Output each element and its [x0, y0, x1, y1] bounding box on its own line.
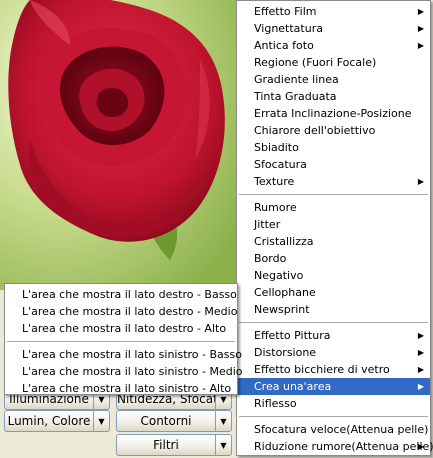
menu-item-cristallizza[interactable]: Cristallizza [237, 233, 430, 250]
submenu-item-left-medium[interactable]: L'area che mostra il lato sinistro - Med… [5, 363, 243, 380]
menu-item-texture[interactable]: Texture ▶ [237, 173, 430, 190]
submenu-arrow-icon: ▶ [417, 331, 424, 340]
menu-item-label: Regione (Fuori Focale) [254, 56, 377, 69]
submenu-arrow-icon: ▶ [417, 41, 424, 50]
menu-item-bordo[interactable]: Bordo [237, 250, 430, 267]
chevron-down-icon[interactable]: ▼ [93, 411, 109, 431]
menu-separator [7, 341, 235, 342]
menu-item-tinta-graduata[interactable]: Tinta Graduata [237, 88, 430, 105]
chevron-down-icon[interactable]: ▼ [215, 435, 231, 455]
menu-item-label: Tinta Graduata [254, 90, 337, 103]
submenu-arrow-icon: ▶ [417, 365, 424, 374]
submenu-item-label: L'area che mostra il lato destro - Medio [22, 305, 238, 318]
menu-item-label: Antica foto [254, 39, 314, 52]
chevron-down-icon[interactable]: ▼ [215, 411, 231, 431]
menu-item-jitter[interactable]: Jitter [237, 216, 430, 233]
menu-item-sbiadito[interactable]: Sbiadito [237, 139, 430, 156]
menu-item-newsprint[interactable]: Newsprint [237, 301, 430, 318]
menu-item-label: Sfocatura veloce(Attenua pelle) [254, 423, 429, 436]
menu-item-effetto-pittura[interactable]: Effetto Pittura ▶ [237, 327, 430, 344]
submenu-arrow-icon: ▶ [417, 348, 424, 357]
menu-item-label: Effetto Pittura [254, 329, 331, 342]
submenu-item-label: L'area che mostra il lato destro - Alto [22, 322, 227, 335]
menu-item-label: Cristallizza [254, 235, 314, 248]
menu-item-label: Chiarore dell'obiettivo [254, 124, 376, 137]
filters-dropdown-button[interactable]: Filtri ▼ [116, 434, 232, 456]
submenu-arrow-icon: ▶ [417, 442, 424, 451]
menu-item-antica-foto[interactable]: Antica foto ▶ [237, 37, 430, 54]
menu-item-label: Cellophane [254, 286, 316, 299]
submenu-item-right-high[interactable]: L'area che mostra il lato destro - Alto [5, 320, 237, 337]
menu-item-label: Sbiadito [254, 141, 299, 154]
submenu-arrow-icon: ▶ [417, 177, 424, 186]
app-window: Illuminazione ▼ Nitidezza, Sfocatura ▼ L… [0, 0, 433, 458]
submenu-arrow-icon: ▶ [417, 382, 424, 391]
menu-item-negativo[interactable]: Negativo [237, 267, 430, 284]
menu-item-effetto-bicchiere[interactable]: Effetto bicchiere di vetro ▶ [237, 361, 430, 378]
menu-item-label: Distorsione [254, 346, 317, 359]
menu-separator [239, 194, 428, 195]
menu-item-label: Riduzione rumore(Attenua pelle) [254, 440, 433, 453]
menu-item-label: Riflesso [254, 397, 297, 410]
menu-item-label: Bordo [254, 252, 287, 265]
menu-item-label: Newsprint [254, 303, 310, 316]
menu-item-errata-inclinazione[interactable]: Errata Inclinazione-Posizione [237, 105, 430, 122]
menu-item-chiarore[interactable]: Chiarore dell'obiettivo [237, 122, 430, 139]
menu-item-effetto-film[interactable]: Effetto Film ▶ [237, 3, 430, 20]
brightness-color-dropdown-button[interactable]: Lumin, Colore ▼ [4, 410, 110, 432]
menu-item-cellophane[interactable]: Cellophane [237, 284, 430, 301]
menu-item-riduzione-rumore[interactable]: Riduzione rumore(Attenua pelle) ▶ [237, 438, 433, 455]
menu-item-crea-area[interactable]: Crea una'area ▶ [237, 378, 430, 395]
menu-item-vignettatura[interactable]: Vignettatura ▶ [237, 20, 430, 37]
submenu-item-label: L'area che mostra il lato sinistro - Bas… [22, 348, 242, 361]
submenu-arrow-icon: ▶ [417, 7, 424, 16]
menu-item-label: Vignettatura [254, 22, 323, 35]
menu-item-label: Jitter [254, 218, 281, 231]
brightness-color-button-label: Lumin, Colore [7, 414, 91, 428]
submenu-item-right-medium[interactable]: L'area che mostra il lato destro - Medio [5, 303, 237, 320]
menu-item-label: Sfocatura [254, 158, 307, 171]
submenu-item-label: L'area che mostra il lato destro - Basso [22, 288, 237, 301]
submenu-item-right-low[interactable]: L'area che mostra il lato destro - Basso [5, 286, 237, 303]
menu-item-label: Gradiente linea [254, 73, 339, 86]
menu-item-gradiente-linea[interactable]: Gradiente linea [237, 71, 430, 88]
contours-button-label: Contorni [140, 414, 192, 428]
filters-button-label: Filtri [153, 438, 179, 452]
menu-item-riflesso[interactable]: Riflesso [237, 395, 430, 412]
menu-item-regione[interactable]: Regione (Fuori Focale) [237, 54, 430, 71]
rose-photo [0, 0, 240, 290]
menu-item-rumore[interactable]: Rumore [237, 199, 430, 216]
menu-separator [239, 322, 428, 323]
submenu-arrow-icon: ▶ [417, 24, 424, 33]
menu-item-sfocatura-veloce[interactable]: Sfocatura veloce(Attenua pelle) [237, 421, 430, 438]
menu-item-distorsione[interactable]: Distorsione ▶ [237, 344, 430, 361]
filters-menu: Effetto Film ▶ Vignettatura ▶ Antica foto ▶… [236, 0, 433, 456]
submenu-item-label: L'area che mostra il lato sinistro - Alt… [22, 382, 232, 395]
menu-item-sfocatura[interactable]: Sfocatura [237, 156, 430, 173]
menu-item-label: Errata Inclinazione-Posizione [254, 107, 412, 120]
menu-item-label: Rumore [254, 201, 297, 214]
submenu-item-label: L'area che mostra il lato sinistro - Med… [22, 365, 243, 378]
menu-item-label: Texture [254, 175, 295, 188]
submenu-item-left-high[interactable]: L'area che mostra il lato sinistro - Alt… [5, 380, 237, 397]
submenu-item-left-low[interactable]: L'area che mostra il lato sinistro - Bas… [5, 346, 242, 363]
menu-item-label: Effetto Film [254, 5, 317, 18]
contours-dropdown-button[interactable]: Contorni ▼ [116, 410, 232, 432]
menu-item-label: Crea una'area [254, 380, 332, 393]
crea-area-submenu: L'area che mostra il lato destro - Basso… [4, 283, 243, 397]
menu-separator [239, 416, 428, 417]
menu-item-label: Effetto bicchiere di vetro [254, 363, 390, 376]
menu-item-label: Negativo [254, 269, 304, 282]
